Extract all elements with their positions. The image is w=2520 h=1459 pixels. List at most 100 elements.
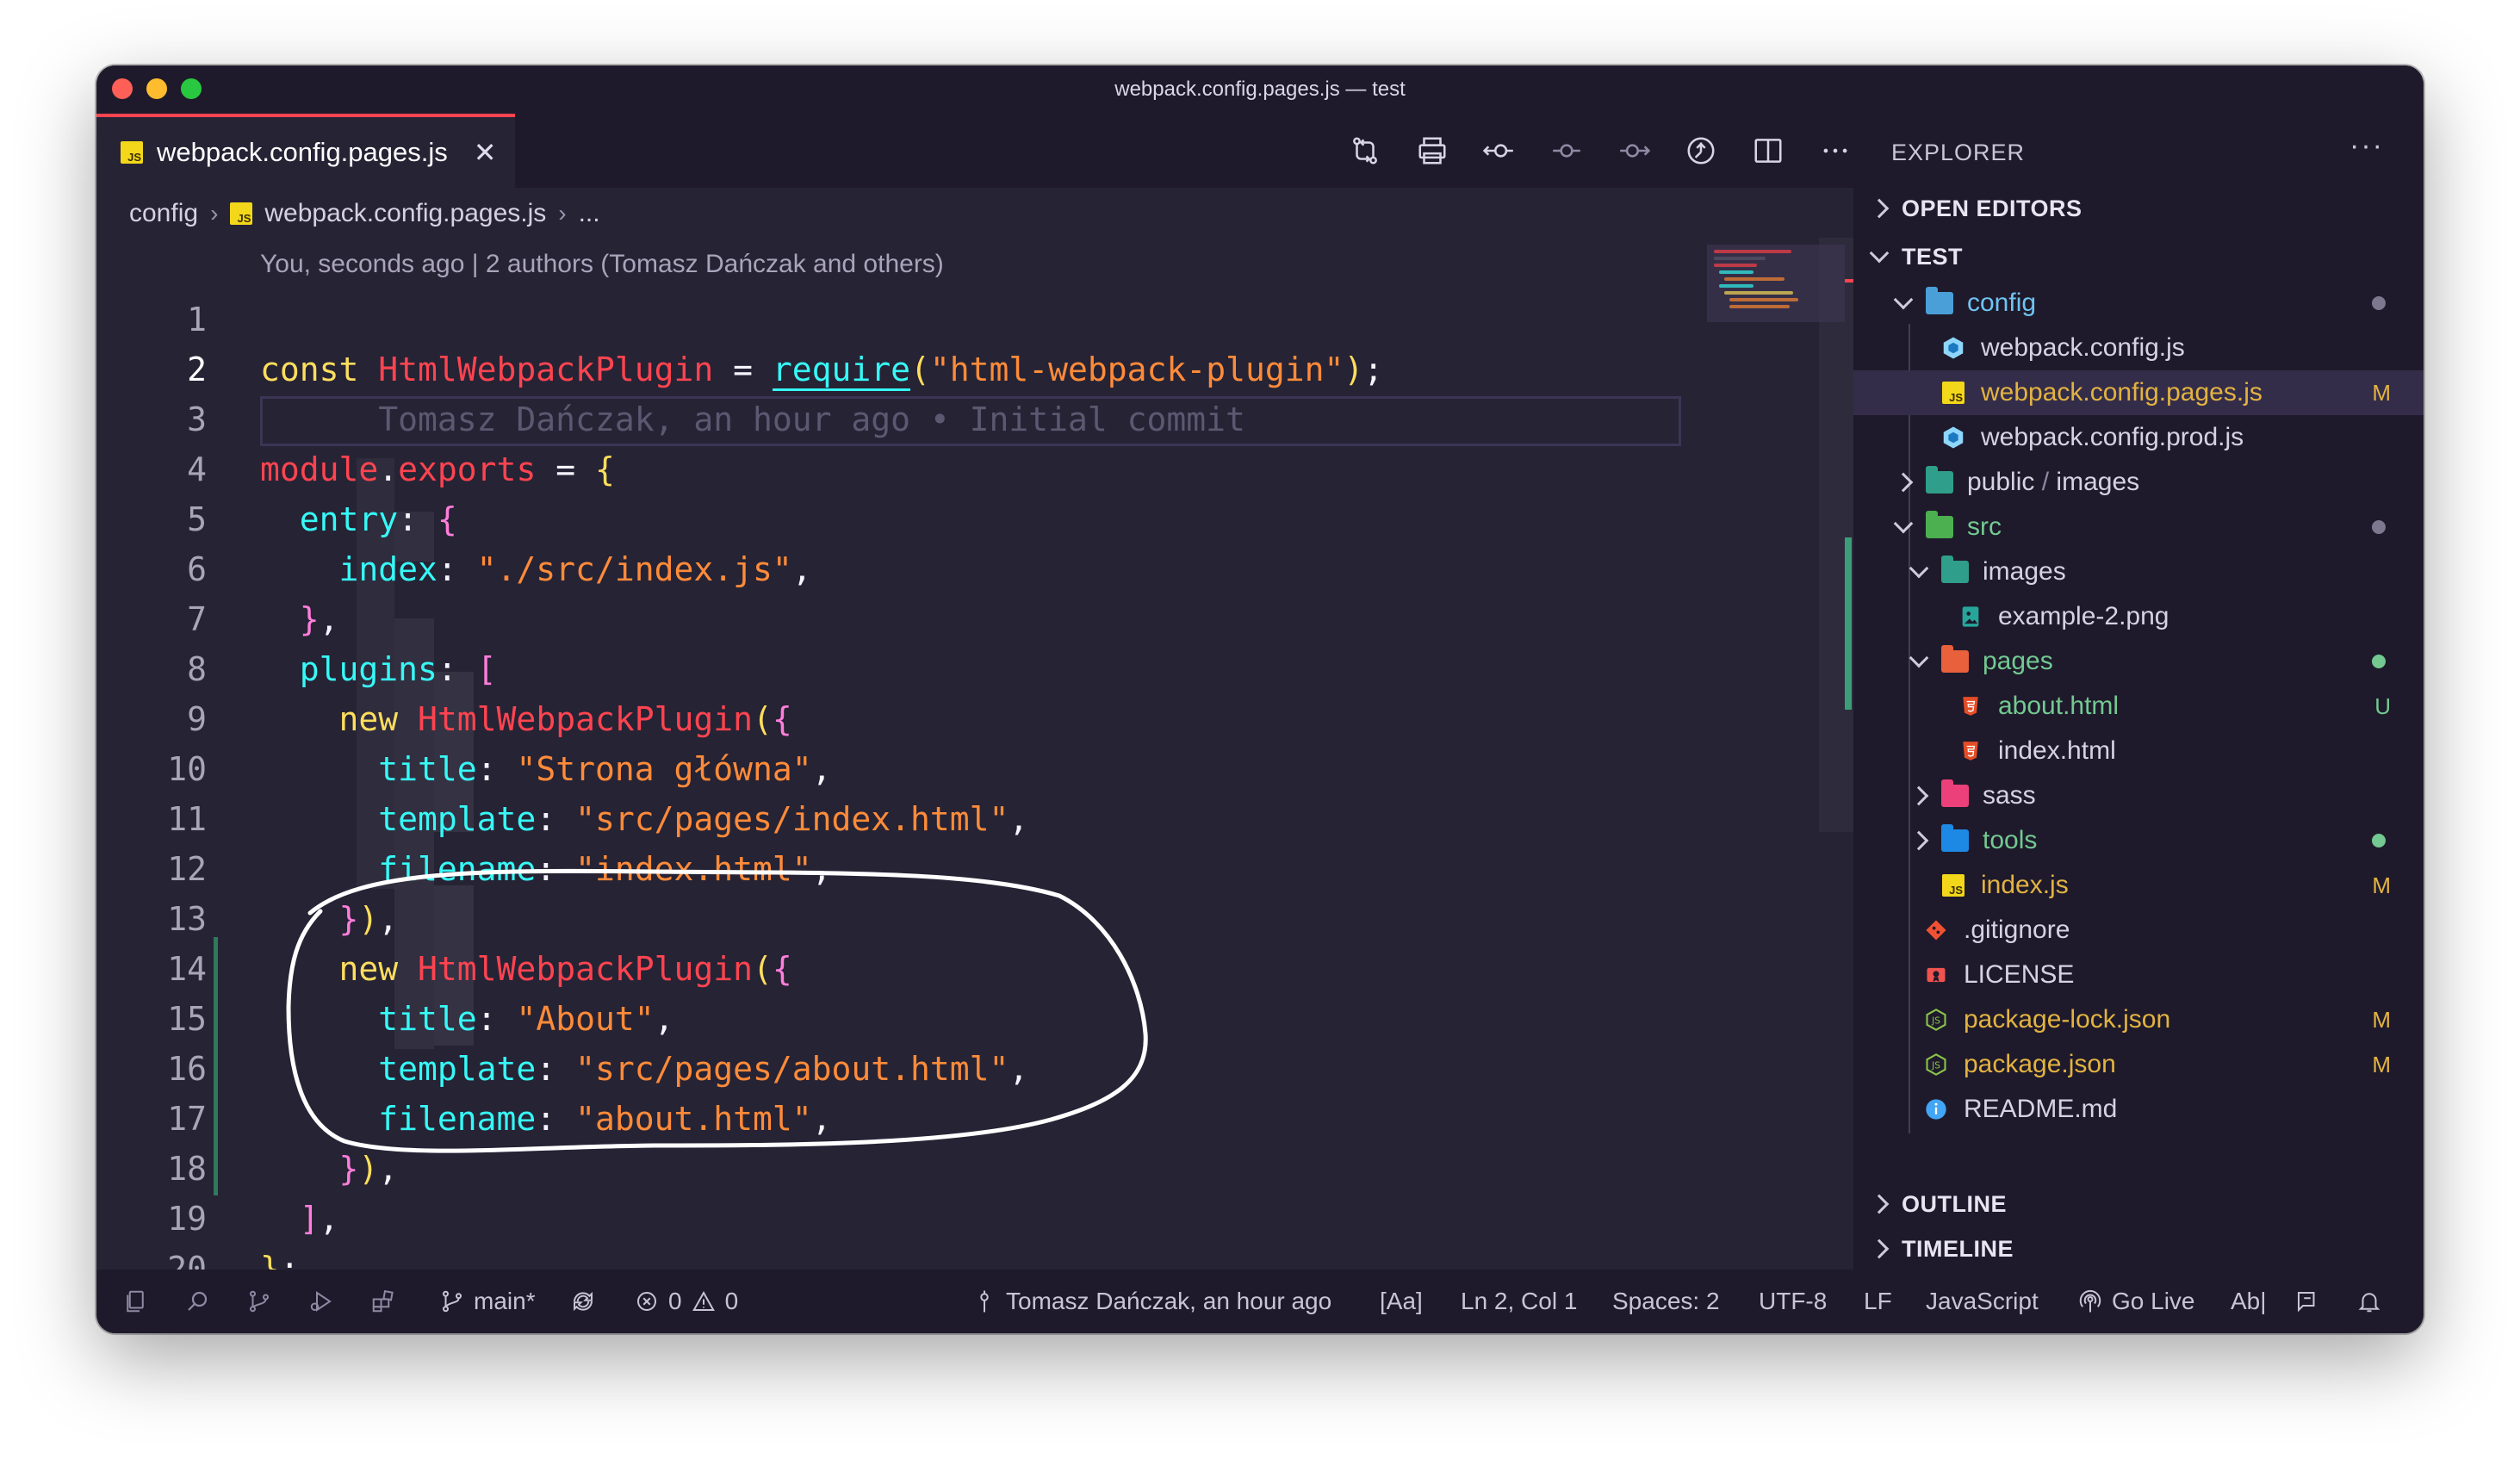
- nodejs-icon: JS: [1922, 1006, 1950, 1034]
- open-changes-button[interactable]: [1481, 133, 1518, 169]
- indentation-selector[interactable]: Spaces: 2: [1612, 1270, 1720, 1333]
- maximize-window-button[interactable]: [181, 78, 202, 99]
- tree-folder-sass[interactable]: sass: [1853, 773, 2424, 818]
- chevron-down-icon: [1909, 558, 1929, 579]
- print-icon: [1418, 137, 1446, 165]
- chevron-down-icon: [1869, 243, 1890, 264]
- tree-file-about-html[interactable]: about.html U: [1853, 684, 2424, 729]
- tree-file-index-html[interactable]: index.html: [1853, 729, 2424, 773]
- error-count: 0: [668, 1288, 682, 1314]
- chevron-right-icon: ›: [558, 200, 567, 227]
- tree-file-webpack-config-prod[interactable]: webpack.config.prod.js: [1853, 415, 2424, 460]
- extensions-activity-button[interactable]: [370, 1270, 396, 1333]
- source-control-activity-button[interactable]: [246, 1270, 272, 1333]
- tree-file-license[interactable]: LICENSE: [1853, 953, 2424, 997]
- tree-file-webpack-config-pages[interactable]: JS webpack.config.pages.js M: [1853, 370, 2424, 415]
- editor-scrollbar[interactable]: [1819, 238, 1853, 832]
- eol-selector[interactable]: LF: [1864, 1270, 1892, 1333]
- history-icon: [1687, 137, 1715, 165]
- tree-item-label: package-lock.json: [1964, 1005, 2171, 1034]
- close-window-button[interactable]: [112, 78, 133, 99]
- webpack-icon: [1940, 334, 1967, 362]
- tree-folder-config[interactable]: config: [1853, 281, 2424, 326]
- folder-sass-icon: [1941, 779, 1969, 810]
- sync-button[interactable]: [570, 1270, 596, 1333]
- breadcrumb-more[interactable]: ...: [579, 199, 600, 228]
- code-editor[interactable]: You, seconds ago | 2 authors (Tomasz Dań…: [96, 238, 1853, 1333]
- language-mode-selector[interactable]: JavaScript: [1926, 1270, 2039, 1333]
- code-line: 13 new HtmlWebpackPlugin({: [96, 844, 1681, 988]
- folder-status-dot: [2372, 834, 2386, 847]
- cursor-position[interactable]: Ln 2, Col 1: [1461, 1270, 1577, 1333]
- more-actions-button[interactable]: [1817, 133, 1853, 169]
- code-line: 4 entry: {: [96, 394, 1681, 538]
- eol-text: LF: [1864, 1288, 1892, 1314]
- tree-item-label: images: [1983, 557, 2066, 586]
- code-line: 6 },: [96, 494, 1681, 638]
- toggle-blame-button[interactable]: [1683, 133, 1719, 169]
- explorer-more-icon[interactable]: ···: [2349, 129, 2384, 163]
- explorer-activity-button[interactable]: [122, 1270, 148, 1333]
- tab-webpack-config-pages[interactable]: JS webpack.config.pages.js ✕: [96, 114, 515, 188]
- tree-file-webpack-config[interactable]: webpack.config.js: [1853, 326, 2424, 370]
- feedback-icon: [2298, 1292, 2315, 1313]
- tree-file-example-2-png[interactable]: example-2.png: [1853, 594, 2424, 639]
- tree-folder-src[interactable]: src: [1853, 505, 2424, 549]
- extensions-icon: [372, 1289, 394, 1313]
- branch-indicator[interactable]: main*: [439, 1270, 536, 1333]
- problems-indicator[interactable]: 0 0: [634, 1270, 738, 1333]
- section-open-editors[interactable]: OPEN EDITORS: [1853, 186, 2424, 231]
- webpack-icon: [1940, 424, 1967, 451]
- case-sensitive-toggle[interactable]: [Aa]: [1380, 1270, 1423, 1333]
- chevron-down-icon: [1909, 648, 1929, 668]
- encoding-selector[interactable]: UTF-8: [1759, 1270, 1827, 1333]
- minimap[interactable]: [1707, 245, 1845, 322]
- run-debug-activity-button[interactable]: [308, 1270, 334, 1333]
- tree-file-readme[interactable]: README.md: [1853, 1087, 2424, 1132]
- breadcrumb-folder[interactable]: config: [129, 199, 198, 228]
- search-activity-button[interactable]: [184, 1270, 210, 1333]
- compare-changes-button[interactable]: [1347, 133, 1383, 169]
- svg-text:JS: JS: [1931, 1061, 1940, 1071]
- chevron-right-icon: [1869, 1239, 1890, 1259]
- tree-folder-public-images[interactable]: public / images: [1853, 460, 2424, 505]
- tree-file-index-js[interactable]: JS index.js M: [1853, 863, 2424, 908]
- minimize-window-button[interactable]: [146, 78, 167, 99]
- previous-revision-button[interactable]: [1549, 133, 1585, 169]
- section-label: TEST: [1902, 243, 1964, 270]
- next-revision-button[interactable]: [1616, 133, 1652, 169]
- tree-file-package-lock-json[interactable]: JS package-lock.json M: [1853, 997, 2424, 1042]
- tree-item-label: tools: [1983, 826, 2038, 854]
- chevron-right-icon: [1909, 785, 1929, 806]
- tree-item-label: index.html: [1998, 736, 2116, 765]
- html-file-icon: [1957, 737, 1984, 765]
- breadcrumb-file[interactable]: webpack.config.pages.js: [264, 199, 546, 228]
- section-workspace[interactable]: TEST: [1853, 234, 2424, 279]
- branch-name: main*: [474, 1288, 536, 1314]
- code-line: 2 Tomasz Dańczak, an hour ago • Initial …: [96, 295, 1681, 438]
- window-title: webpack.config.pages.js — test: [1114, 78, 1406, 101]
- tree-file-gitignore[interactable]: .gitignore: [1853, 908, 2424, 953]
- git-icon: [1922, 916, 1950, 944]
- path-separator: /: [2041, 468, 2050, 496]
- code-line: 1 const HtmlWebpackPlugin = require("htm…: [96, 245, 1681, 391]
- tree-file-package-json[interactable]: JS package.json M: [1853, 1042, 2424, 1087]
- tree-folder-tools[interactable]: tools: [1853, 818, 2424, 863]
- ellipsis-icon: [1823, 148, 1847, 153]
- tree-folder-pages[interactable]: pages: [1853, 639, 2424, 684]
- section-outline[interactable]: OUTLINE: [1853, 1182, 2424, 1226]
- tab-close-icon[interactable]: ✕: [474, 136, 497, 169]
- chevron-right-icon: [1909, 830, 1929, 851]
- go-live-button[interactable]: Go Live: [2077, 1270, 2195, 1333]
- split-editor-button[interactable]: [1750, 133, 1786, 169]
- encoding-text: UTF-8: [1759, 1288, 1828, 1314]
- code-line: 14 title: "About",: [96, 894, 1681, 1038]
- tree-folder-images[interactable]: images: [1853, 549, 2424, 594]
- git-blame-status[interactable]: Tomasz Dańczak, an hour ago: [971, 1270, 1331, 1333]
- section-timeline[interactable]: TIMELINE: [1853, 1226, 2424, 1271]
- window-controls: [112, 78, 202, 99]
- spell-check-button[interactable]: Ab|: [2231, 1270, 2267, 1333]
- print-button[interactable]: [1414, 133, 1450, 169]
- notifications-button[interactable]: [2356, 1270, 2382, 1333]
- feedback-button[interactable]: [2294, 1270, 2320, 1333]
